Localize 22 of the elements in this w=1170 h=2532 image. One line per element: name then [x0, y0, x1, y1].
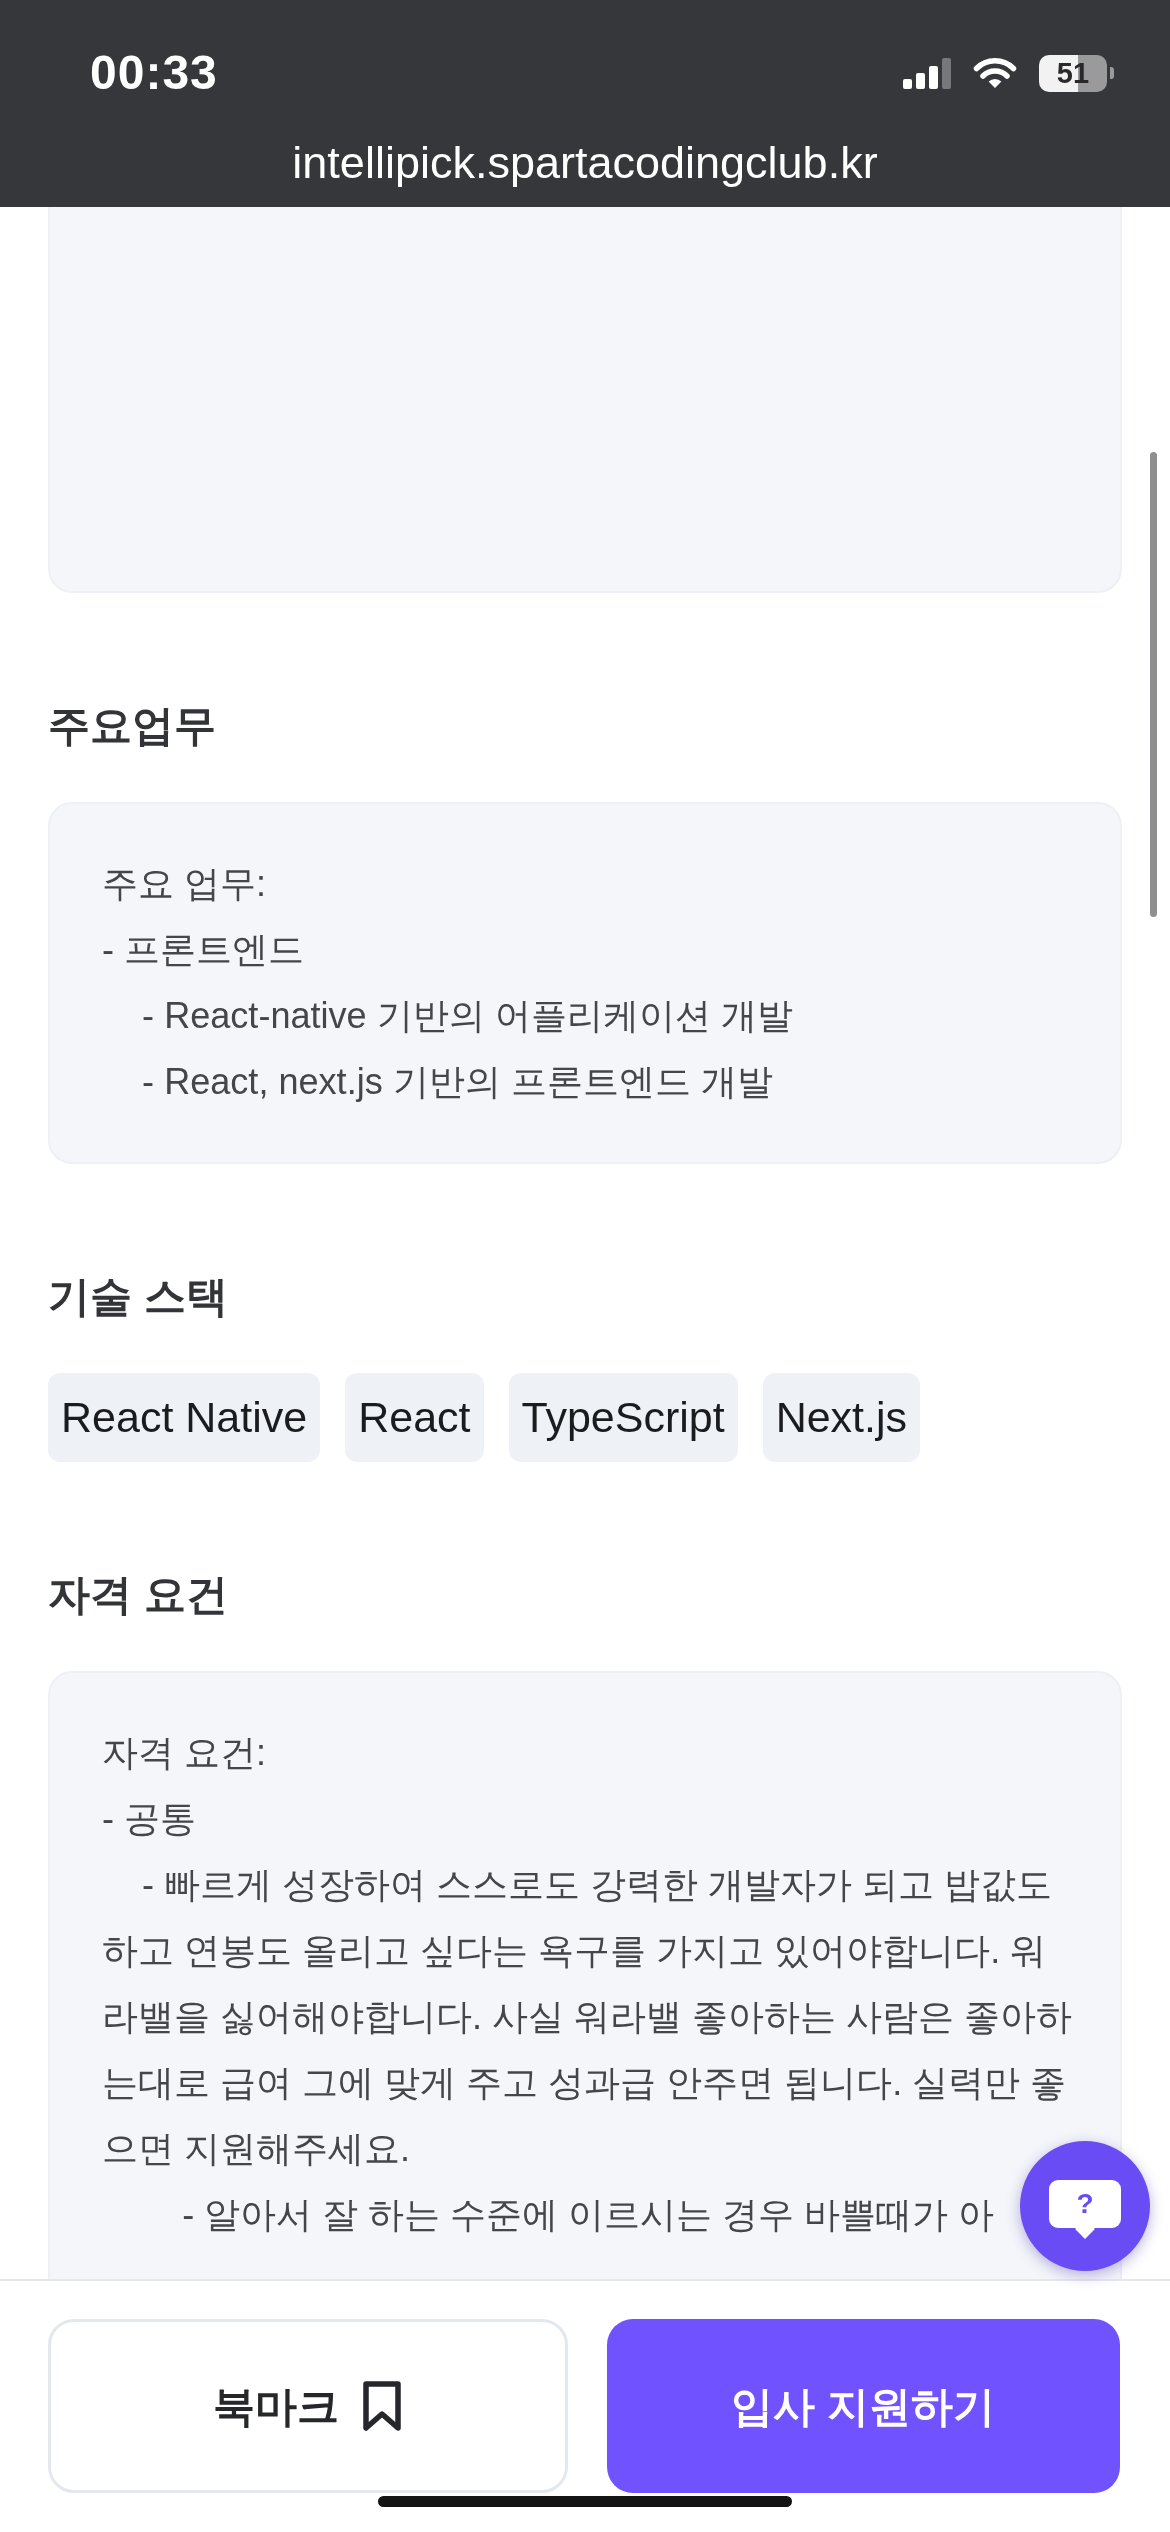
- description-text: - React-native 기반의 어플리케이션 개발: [141, 994, 793, 1038]
- skill-tag: React: [345, 1373, 484, 1462]
- description-text: - React, next.js 기반의 프론트엔드 개발: [141, 1060, 773, 1104]
- section-heading: 주요업무: [48, 701, 216, 751]
- skill-tag: Next.js: [762, 1373, 921, 1462]
- description-text: - 프론트엔드: [102, 928, 305, 972]
- section-heading: 자격 요건: [48, 1570, 228, 1620]
- battery-indicator: 51: [1039, 54, 1114, 92]
- status-time: 00:33: [90, 45, 218, 101]
- signal-icon: [903, 57, 951, 89]
- bookmark-button[interactable]: 북마크: [48, 2319, 568, 2493]
- skill-tag: TypeScript: [508, 1373, 738, 1462]
- section-heading: 기술 스택: [48, 1272, 228, 1322]
- wifi-icon: [973, 56, 1017, 90]
- description-text: 주요 업무:: [102, 862, 267, 906]
- description-text: 자격 요건:: [102, 1731, 267, 1775]
- description-text: - 알아서 잘 하는 수준에 이르시는 경우 바쁠때가 아: [181, 2193, 995, 2237]
- apply-button[interactable]: 입사 지원하기: [606, 2319, 1120, 2493]
- description-text: - 공통: [102, 1797, 197, 1841]
- skill-tag: React Native: [48, 1373, 321, 1462]
- page-url[interactable]: intellipick.spartacodingclub.kr: [292, 137, 878, 189]
- bookmark-icon: [360, 2380, 403, 2432]
